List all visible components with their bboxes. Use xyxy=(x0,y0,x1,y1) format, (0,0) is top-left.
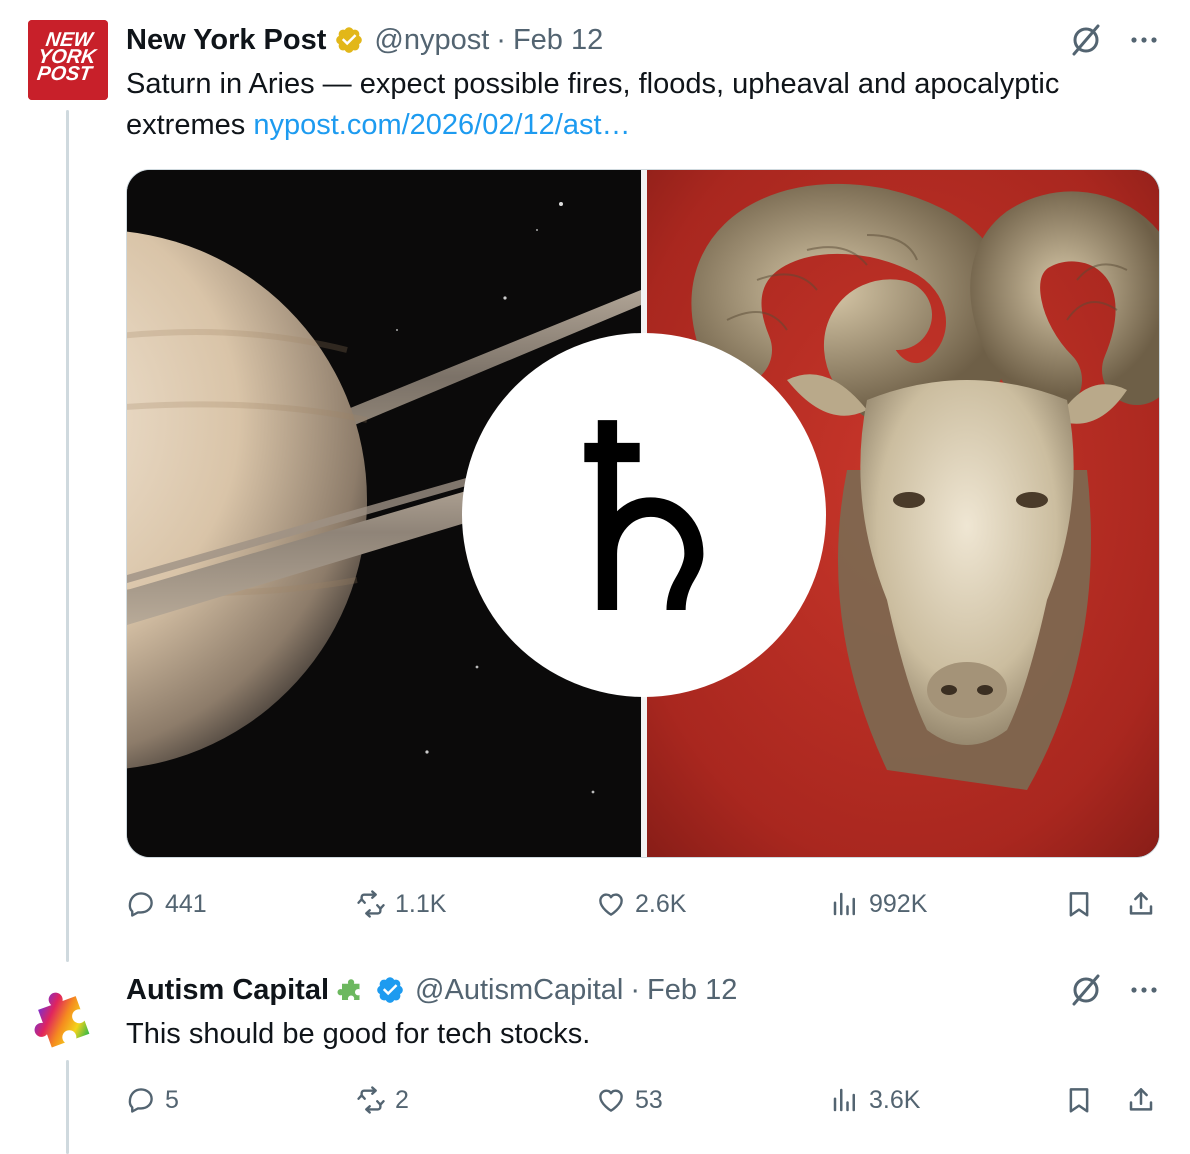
view-count: 3.6K xyxy=(869,1085,921,1114)
repost-button[interactable]: 2 xyxy=(356,1080,409,1120)
tweet-autismcapital[interactable]: Autism Capital @AutismCapital · Feb 12 T… xyxy=(0,960,1190,1154)
nypost-logo-icon: NEW YORK POST xyxy=(28,20,108,100)
share-icon xyxy=(1129,1088,1153,1111)
separator-dot: · xyxy=(496,23,506,56)
puzzle-piece-emoji-icon xyxy=(337,979,360,1000)
avatar-nypost[interactable]: NEW YORK POST xyxy=(28,20,108,100)
like-count: 53 xyxy=(635,1085,663,1114)
author-name[interactable]: New York Post xyxy=(126,24,326,57)
like-button[interactable]: 53 xyxy=(596,1080,663,1120)
gold-verified-badge-icon[interactable] xyxy=(334,25,364,55)
tweet-header: New York Post @nypost · Feb 12 xyxy=(126,20,603,60)
tweet-media-image[interactable]: ♄ xyxy=(126,169,1160,858)
tweet-date[interactable]: Feb 12 xyxy=(513,24,603,57)
tweet-header: Autism Capital @AutismCapital · Feb 12 xyxy=(126,970,737,1010)
reply-button[interactable]: 5 xyxy=(126,1080,179,1120)
bookmark-button[interactable] xyxy=(1064,1080,1094,1120)
tweet-link[interactable]: nypost.com/2026/02/12/ast… xyxy=(253,109,630,141)
author-handle[interactable]: @nypost xyxy=(374,24,489,57)
repost-button[interactable]: 1.1K xyxy=(356,884,446,924)
reply-icon xyxy=(128,1088,153,1113)
reply-button[interactable]: 441 xyxy=(126,884,207,924)
grok-icon[interactable] xyxy=(1068,22,1104,58)
bookmark-icon xyxy=(1069,892,1089,917)
reply-icon xyxy=(128,892,153,917)
bookmark-icon xyxy=(1069,1088,1089,1113)
view-count: 992K xyxy=(869,889,928,918)
share-button[interactable] xyxy=(1126,1080,1156,1120)
tweet-text: This should be good for tech stocks. xyxy=(126,1014,1166,1055)
blue-verified-badge-icon[interactable] xyxy=(375,975,405,1005)
tweet-nypost[interactable]: NEW YORK POST New York Post @nypost · Fe… xyxy=(0,0,1190,960)
share-button[interactable] xyxy=(1126,884,1156,924)
repost-icon xyxy=(357,1086,385,1114)
tweet-actions: 5 2 53 3.6K xyxy=(126,1080,1160,1120)
bookmark-button[interactable] xyxy=(1064,884,1094,924)
tweet-date[interactable]: Feb 12 xyxy=(647,974,737,1007)
saturn-symbol: ♄ xyxy=(527,370,760,672)
like-button[interactable]: 2.6K xyxy=(596,884,686,924)
saturn-aries-composite-image: ♄ xyxy=(127,170,1159,857)
views-chart-icon xyxy=(833,1088,855,1112)
views-button[interactable]: 3.6K xyxy=(830,1080,920,1120)
tweet-actions: 441 1.1K 2.6K 992K xyxy=(126,884,1160,924)
views-chart-icon xyxy=(833,892,855,916)
author-name[interactable]: Autism Capital xyxy=(126,974,329,1007)
repost-count: 1.1K xyxy=(395,889,447,918)
tweet-text: Saturn in Aries — expect possible fires,… xyxy=(126,64,1166,146)
rainbow-puzzle-avatar-icon xyxy=(34,992,90,1048)
repost-count: 2 xyxy=(395,1085,409,1114)
share-icon xyxy=(1129,892,1153,915)
more-options-icon[interactable] xyxy=(1126,972,1162,1008)
heart-icon xyxy=(599,893,623,916)
grok-icon[interactable] xyxy=(1068,972,1104,1008)
reply-count: 441 xyxy=(165,889,207,918)
like-count: 2.6K xyxy=(635,889,687,918)
heart-icon xyxy=(599,1089,623,1112)
avatar-autismcapital[interactable] xyxy=(28,976,108,1056)
tweet-top-icons xyxy=(1068,22,1162,58)
more-options-icon[interactable] xyxy=(1126,22,1162,58)
svg-text:POST: POST xyxy=(36,63,95,85)
tweet-top-icons xyxy=(1068,972,1162,1008)
tweet-text-body: This should be good for tech stocks. xyxy=(126,1018,591,1050)
repost-icon xyxy=(357,890,385,918)
separator-dot: · xyxy=(630,973,641,1006)
author-handle[interactable]: @AutismCapital xyxy=(415,974,623,1007)
views-button[interactable]: 992K xyxy=(830,884,927,924)
reply-count: 5 xyxy=(165,1085,179,1114)
